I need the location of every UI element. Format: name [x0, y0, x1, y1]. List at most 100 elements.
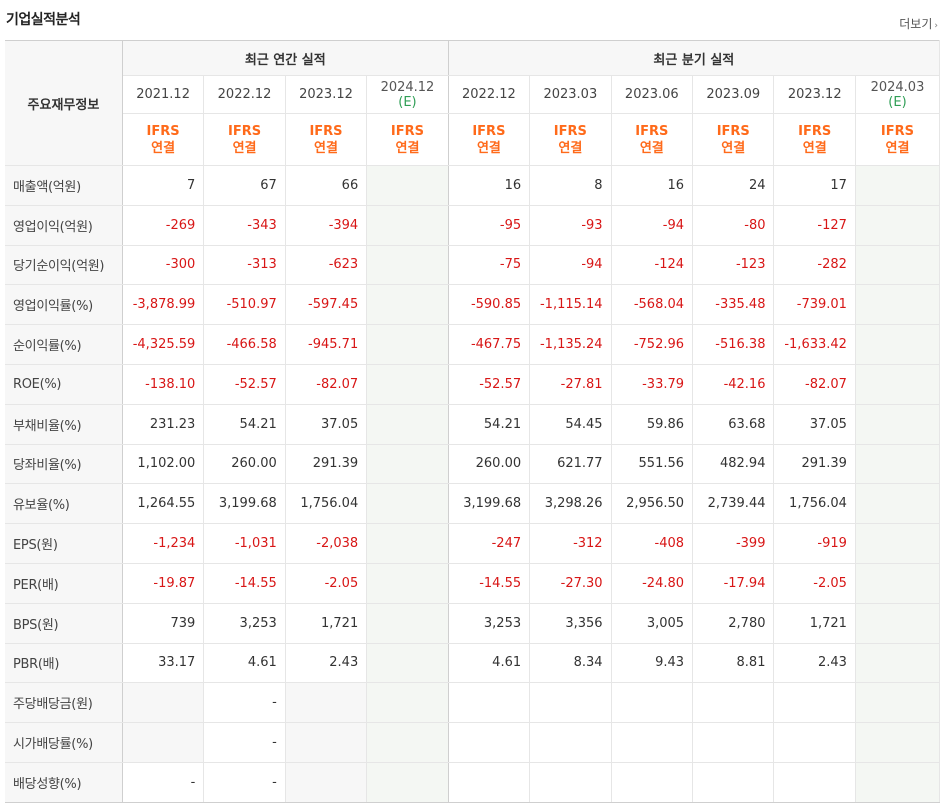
table-cell: -82.07: [285, 364, 368, 405]
period-header-row: 2021.12 2022.12 2023.12 2024.12 (E) 2022.12 20…: [5, 75, 941, 114]
table-cell: -739.01: [773, 284, 856, 326]
period-date: 2023.03: [543, 87, 598, 102]
table-cell: -394: [285, 205, 368, 246]
basis-scope: 연결: [558, 140, 583, 156]
row-label: 배당성향(%): [5, 762, 123, 803]
basis-standard: IFRS: [716, 123, 750, 139]
table-cell: [448, 682, 531, 724]
basis-scope: 연결: [721, 140, 746, 156]
more-link[interactable]: 더보기 ›: [899, 15, 938, 32]
basis-header: IFRS 연결: [529, 113, 612, 166]
basis-standard: IFRS: [553, 123, 587, 139]
table-cell: -3,878.99: [122, 284, 205, 326]
basis-standard: IFRS: [309, 123, 343, 139]
table-cell: [366, 762, 449, 803]
table-cell: 551.56: [611, 444, 694, 485]
table-cell: -466.58: [203, 324, 286, 365]
table-cell: -95: [448, 205, 531, 246]
table-cell: 8.81: [692, 643, 775, 684]
table-cell: 24: [692, 165, 775, 206]
table-row: 당기순이익(억원) -300 -313 -623 -75 -94 -124 -123 -282: [5, 245, 941, 286]
table-cell: 3,005: [611, 603, 694, 644]
row-label: 영업이익률(%): [5, 284, 123, 326]
table-cell: [366, 643, 449, 684]
table-cell: 3,199.68: [448, 483, 531, 525]
table-cell: -247: [448, 523, 531, 564]
table-cell: [611, 682, 694, 724]
table-cell: 16: [611, 165, 694, 206]
period-date: 2021.12: [136, 87, 190, 102]
table-cell: [366, 245, 449, 286]
table-cell: [285, 762, 368, 803]
table-cell: -2.05: [285, 563, 368, 604]
basis-standard: IFRS: [227, 123, 262, 139]
table-cell: [529, 762, 612, 803]
basis-standard: IFRS: [798, 123, 832, 139]
table-cell: [692, 762, 775, 803]
table-cell: -: [203, 762, 286, 803]
table-cell: 37.05: [285, 403, 368, 445]
table-cell: [366, 722, 449, 763]
basis-header: IFRS 연결: [448, 113, 531, 166]
basis-standard: IFRS: [390, 123, 424, 139]
table-cell: -343: [203, 205, 286, 246]
table-row: 주당배당금(원) -: [5, 682, 941, 724]
table-cell: [366, 403, 449, 445]
period-date: 2023.12: [299, 87, 353, 102]
period-date: 2022.12: [217, 87, 272, 102]
section-title: 기업실적분석: [6, 12, 81, 28]
table-cell: 4.61: [448, 643, 531, 684]
basis-standard: IFRS: [146, 123, 180, 139]
table-cell: -590.85: [448, 284, 531, 326]
table-cell: -33.79: [611, 364, 694, 405]
estimate-marker: (E): [888, 94, 907, 110]
table-cell: 3,199.68: [203, 483, 286, 525]
table-cell: -313: [203, 245, 286, 286]
period-date: 2023.06: [624, 87, 679, 102]
table-cell: -24.80: [611, 563, 694, 604]
basis-header: IFRS 연결: [366, 113, 449, 166]
table-cell: -2,038: [285, 523, 368, 564]
table-cell: -1,234: [122, 523, 205, 564]
table-cell: [366, 364, 449, 405]
table-cell: -52.57: [448, 364, 531, 405]
basis-header-row: IFRS 연결 IFRS 연결 IFRS 연결 IFRS 연결 IFRS 연결 IFRS 연결 IFRS…: [5, 113, 941, 166]
label-column-header: 주요재무정보: [5, 40, 123, 166]
group-header-row: 주요재무정보 최근 연간 실적 최근 분기 실적: [5, 40, 941, 166]
row-label: EPS(원): [5, 523, 123, 564]
table-cell: [529, 682, 612, 724]
table-cell: [122, 722, 205, 763]
table-cell: [366, 444, 449, 485]
table-cell: -14.55: [448, 563, 531, 604]
table-cell: 4.61: [203, 643, 286, 684]
table-row: 유보율(%) 1,264.55 3,199.68 1,756.04 3,199.68 3,…: [5, 483, 941, 525]
table-cell: 2.43: [285, 643, 368, 684]
basis-header: IFRS 연결: [285, 113, 368, 166]
table-cell: 67: [203, 165, 286, 206]
period-date: 2024.12: [380, 79, 435, 95]
table-cell: -127: [773, 205, 856, 246]
estimate-marker: (E): [398, 94, 417, 110]
table-cell: [773, 762, 856, 803]
table-cell: 1,756.04: [285, 483, 368, 525]
basis-header: IFRS 연결: [773, 113, 856, 166]
table-cell: 291.39: [285, 444, 368, 485]
table-cell: -467.75: [448, 324, 531, 365]
table-cell: 260.00: [203, 444, 286, 485]
table-cell: [122, 682, 205, 724]
table-cell: [855, 364, 941, 405]
table-cell: [855, 444, 941, 485]
table-row: ROE(%) -138.10 -52.57 -82.07 -52.57 -27.81 -33…: [5, 364, 941, 405]
table-row: 배당성향(%) - -: [5, 762, 941, 803]
table-cell: [448, 722, 531, 763]
table-cell: -597.45: [285, 284, 368, 326]
basis-scope: 연결: [314, 140, 338, 156]
section-header: 기업실적분석 더보기 ›: [0, 0, 948, 40]
table-cell: -82.07: [773, 364, 856, 405]
table-cell: 3,253: [203, 603, 286, 644]
table-cell: [855, 722, 941, 763]
table-cell: 3,253: [448, 603, 531, 644]
period-date: 2023.12: [787, 87, 842, 102]
table-cell: -752.96: [611, 324, 694, 365]
period-date: 2022.12: [462, 87, 516, 102]
